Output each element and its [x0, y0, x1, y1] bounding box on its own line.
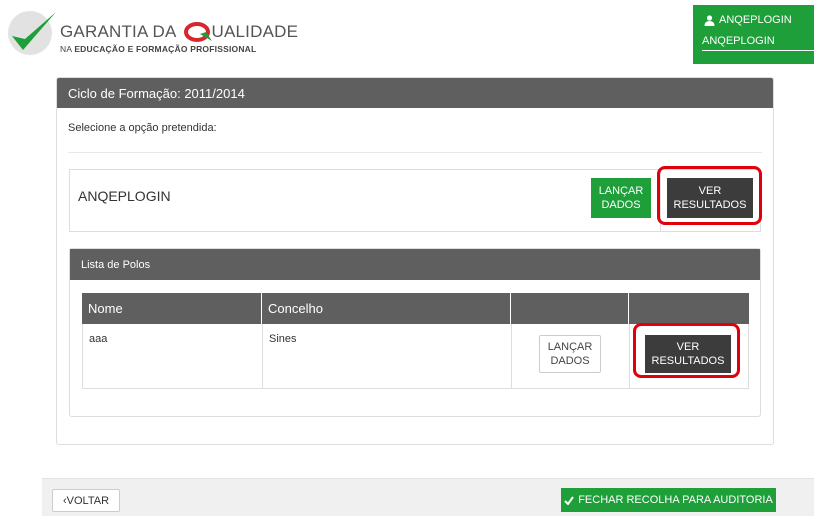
user-divider: [702, 50, 814, 51]
highlight-polo-ver-resultados: [633, 323, 740, 378]
polos-title: Lista de Polos: [70, 249, 760, 280]
check-icon: [564, 495, 575, 505]
cell-concelho: Sines: [263, 324, 512, 388]
user-name-row[interactable]: ANQEPLOGIN C: [704, 14, 792, 26]
brand-logo: GARANTIA DA UALIDADE NA EDUCAÇÃO E FORMA…: [6, 6, 298, 60]
polo-lancar-dados-button[interactable]: LANÇAR DADOS: [539, 335, 601, 373]
logo-subtitle: NA EDUCAÇÃO E FORMAÇÃO PROFISSIONAL: [60, 44, 257, 54]
cell-nome: aaa: [83, 324, 263, 388]
column-header-nome: Nome: [82, 293, 262, 324]
user-subname: ANQEPLOGIN: [702, 35, 775, 47]
entity-name: ANQEPLOGIN: [78, 188, 171, 204]
column-header-actions-2: [629, 293, 749, 324]
divider: [68, 152, 762, 153]
table-header: Nome Concelho: [82, 293, 749, 324]
back-button[interactable]: ‹ VOLTAR: [52, 489, 120, 512]
logo-title: GARANTIA DA UALIDADE: [60, 20, 299, 42]
highlight-ver-resultados: [657, 166, 762, 225]
column-header-concelho: Concelho: [262, 293, 511, 324]
cell-lancar: LANÇAR DADOS: [512, 324, 630, 388]
lancar-dados-button[interactable]: LANÇAR DADOS: [591, 178, 651, 218]
panel-title: Ciclo de Formação: 2011/2014: [57, 78, 773, 108]
user-icon: [704, 14, 715, 26]
user-menu[interactable]: ANQEPLOGIN C ANQEPLOGIN: [693, 5, 814, 64]
user-name: ANQEPLOGIN: [719, 14, 792, 26]
column-header-actions-1: [511, 293, 629, 324]
q-logo-icon: [183, 20, 213, 42]
select-option-prompt: Selecione a opção pretendida:: [68, 122, 217, 134]
close-collection-button[interactable]: FECHAR RECOLHA PARA AUDITORIA: [561, 488, 776, 512]
training-cycle-panel: Ciclo de Formação: 2011/2014 Selecione a…: [56, 77, 774, 445]
checkmark-logo-icon: [8, 11, 56, 55]
footer-bar: ‹ VOLTAR FECHAR RECOLHA PARA AUDITORIA: [42, 478, 814, 516]
